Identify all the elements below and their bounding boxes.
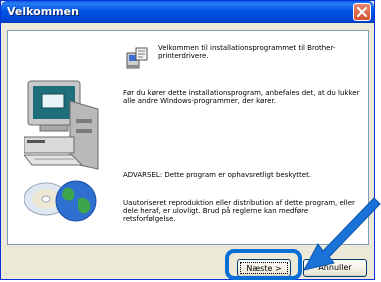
pointer-arrow-icon — [303, 197, 381, 271]
installer-graphic — [24, 80, 99, 222]
close-button[interactable] — [353, 3, 371, 21]
next-button-label: Næste > — [240, 262, 288, 274]
window-title: Velkommen — [7, 5, 79, 18]
title-bar[interactable]: Velkommen — [1, 1, 374, 23]
setup-icon — [126, 47, 148, 69]
close-icon — [357, 7, 367, 17]
warning-text: ADVARSEL: Dette program er ophavsretligt… — [123, 171, 312, 179]
before-install-text: Før du kører dette installationsprogram,… — [123, 89, 360, 105]
computer-icon — [24, 80, 99, 170]
globe-icon — [55, 180, 97, 222]
next-button[interactable]: Næste > — [237, 259, 291, 277]
welcome-text: Velkommen til installationsprogrammet ti… — [158, 44, 336, 60]
